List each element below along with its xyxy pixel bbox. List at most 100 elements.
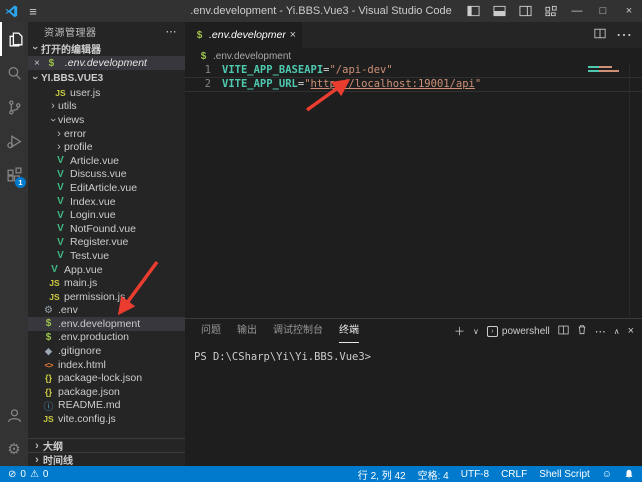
minimize-button[interactable]: — xyxy=(564,0,590,22)
toggle-sidebar-icon[interactable] xyxy=(460,0,486,22)
extensions-icon[interactable]: 1 xyxy=(0,158,28,192)
panel-tab[interactable]: 终端 xyxy=(339,319,359,343)
line-number: 1 xyxy=(185,64,211,77)
sidebar-more-actions-icon[interactable]: ⋯ xyxy=(166,25,178,38)
url-link[interactable]: http://localhost:19001/api xyxy=(311,78,475,90)
minimap[interactable] xyxy=(588,66,624,74)
tree-item[interactable]: VArticle.vue xyxy=(28,154,185,168)
problems-status[interactable]: ⊘ 0 ⚠ 0 xyxy=(8,469,48,480)
close-icon[interactable]: × xyxy=(34,58,40,69)
tab-env-development[interactable]: $ .env.development × xyxy=(185,22,303,48)
kill-terminal-icon[interactable] xyxy=(577,324,587,338)
error-count: 0 xyxy=(20,469,26,480)
info-file-icon: ⓘ xyxy=(42,398,55,413)
open-editor-item[interactable]: × $ .env.development xyxy=(28,56,185,70)
tree-item[interactable]: {}package.json xyxy=(28,385,185,399)
tree-item[interactable]: ›views xyxy=(28,113,185,127)
timeline-section[interactable]: › 时间线 xyxy=(28,452,185,466)
tree-item[interactable]: JSvite.config.js xyxy=(28,412,185,426)
json-file-icon: {} xyxy=(42,373,55,383)
chevron-down-icon: › xyxy=(48,115,58,125)
file-tree: JSuser.js›utils›views›error›profileVArti… xyxy=(28,86,185,426)
code-line[interactable]: 2VITE_APP_URL="http://localhost:19001/ap… xyxy=(185,77,642,92)
code-token: "/api-dev" xyxy=(329,64,392,76)
feedback-icon[interactable]: ☺ xyxy=(602,469,612,480)
eol-status[interactable]: CRLF xyxy=(501,469,527,480)
tree-item[interactable]: ›profile xyxy=(28,140,185,154)
close-button[interactable]: × xyxy=(616,0,642,22)
maximize-panel-icon[interactable]: ∧ xyxy=(614,327,620,336)
tree-item[interactable]: <>index.html xyxy=(28,358,185,372)
maximize-button[interactable]: □ xyxy=(590,0,616,22)
shell-file-icon: $ xyxy=(42,332,55,343)
vue-file-icon: V xyxy=(54,169,67,180)
code-editor[interactable]: 1VITE_APP_BASEAPI="/api-dev"2VITE_APP_UR… xyxy=(185,64,642,318)
tree-item-label: Index.vue xyxy=(70,196,116,208)
tree-item-label: Test.vue xyxy=(70,250,109,262)
customize-layout-icon[interactable] xyxy=(538,0,564,22)
tree-item[interactable]: ◆.gitignore xyxy=(28,344,185,358)
notifications-bell-icon[interactable] xyxy=(624,469,634,480)
explorer-icon[interactable] xyxy=(0,22,28,56)
breadcrumb-file: .env.development xyxy=(213,51,291,62)
tree-item[interactable]: $.env.development xyxy=(28,317,185,331)
close-panel-icon[interactable]: × xyxy=(628,325,634,337)
breadcrumb[interactable]: $ .env.development xyxy=(185,48,642,64)
powershell-label: powershell xyxy=(502,326,550,337)
open-editor-label: .env.development xyxy=(65,57,147,69)
terminal[interactable]: PS D:\CSharp\Yi\Yi.BBS.Vue3> xyxy=(185,343,642,466)
code-line[interactable]: 1VITE_APP_BASEAPI="/api-dev" xyxy=(185,64,642,77)
menu-hamburger-icon[interactable]: ≡ xyxy=(22,4,44,19)
warning-icon: ⚠ xyxy=(30,469,39,480)
tree-item[interactable]: JSmain.js xyxy=(28,276,185,290)
account-icon[interactable] xyxy=(0,398,28,432)
tree-item[interactable]: VLogin.vue xyxy=(28,208,185,222)
terminal-dropdown-icon[interactable]: ∨ xyxy=(473,327,479,336)
indentation-status[interactable]: 空格: 4 xyxy=(418,467,449,482)
new-terminal-icon[interactable]: ＋ xyxy=(454,323,465,339)
split-terminal-icon[interactable] xyxy=(558,325,569,338)
project-section-header[interactable]: › YI.BBS.VUE3 xyxy=(28,70,185,86)
tree-item[interactable]: VIndex.vue xyxy=(28,195,185,209)
panel-more-actions-icon[interactable]: ⋯ xyxy=(595,325,606,338)
terminal-instance[interactable]: › powershell xyxy=(487,326,550,337)
shell-file-icon: $ xyxy=(45,58,58,69)
tree-item[interactable]: ›utils xyxy=(28,100,185,114)
tree-item[interactable]: JSpermission.js xyxy=(28,290,185,304)
sidebar-bottom-sections: › 大纲 › 时间线 xyxy=(28,438,185,466)
source-control-icon[interactable] xyxy=(0,90,28,124)
code-token: VITE_APP_URL xyxy=(222,78,298,90)
tree-item[interactable]: ⓘREADME.md xyxy=(28,399,185,413)
toggle-panel-icon[interactable] xyxy=(486,0,512,22)
language-mode[interactable]: Shell Script xyxy=(539,469,590,480)
tree-item[interactable]: JSuser.js xyxy=(28,86,185,100)
panel-tab[interactable]: 输出 xyxy=(237,319,257,343)
tree-item[interactable]: {}package-lock.json xyxy=(28,371,185,385)
tree-item[interactable]: VDiscuss.vue xyxy=(28,168,185,182)
panel-tab[interactable]: 调试控制台 xyxy=(273,319,323,343)
tab-close-icon[interactable]: × xyxy=(290,29,296,41)
panel-tab[interactable]: 问题 xyxy=(201,319,221,343)
open-editors-section[interactable]: › 打开的编辑器 xyxy=(28,40,185,56)
tree-item[interactable]: VTest.vue xyxy=(28,249,185,263)
tree-item-label: index.html xyxy=(58,359,106,371)
search-icon[interactable] xyxy=(0,56,28,90)
tree-item[interactable]: VApp.vue xyxy=(28,263,185,277)
title-bar: ≡ .env.development - Yi.BBS.Vue3 - Visua… xyxy=(0,0,642,22)
toggle-secondary-sidebar-icon[interactable] xyxy=(512,0,538,22)
panel-header: 问题输出调试控制台终端 ＋ ∨ › powershell ⋯ ∧ × xyxy=(185,319,642,343)
editor-more-actions-icon[interactable]: ⋯ xyxy=(616,25,632,45)
tree-item[interactable]: VNotFound.vue xyxy=(28,222,185,236)
split-editor-icon[interactable] xyxy=(594,26,606,44)
run-debug-icon[interactable] xyxy=(0,124,28,158)
tree-item[interactable]: $.env.production xyxy=(28,331,185,345)
outline-section[interactable]: › 大纲 xyxy=(28,438,185,452)
tree-item[interactable]: ›error xyxy=(28,127,185,141)
tree-item[interactable]: ⚙.env xyxy=(28,304,185,318)
settings-gear-icon[interactable]: ⚙ xyxy=(0,432,28,466)
encoding-status[interactable]: UTF-8 xyxy=(461,469,489,480)
editor-scrollbar[interactable] xyxy=(629,64,642,318)
tree-item[interactable]: VRegister.vue xyxy=(28,236,185,250)
cursor-position[interactable]: 行 2, 列 42 xyxy=(358,467,406,482)
tree-item[interactable]: VEditArticle.vue xyxy=(28,181,185,195)
